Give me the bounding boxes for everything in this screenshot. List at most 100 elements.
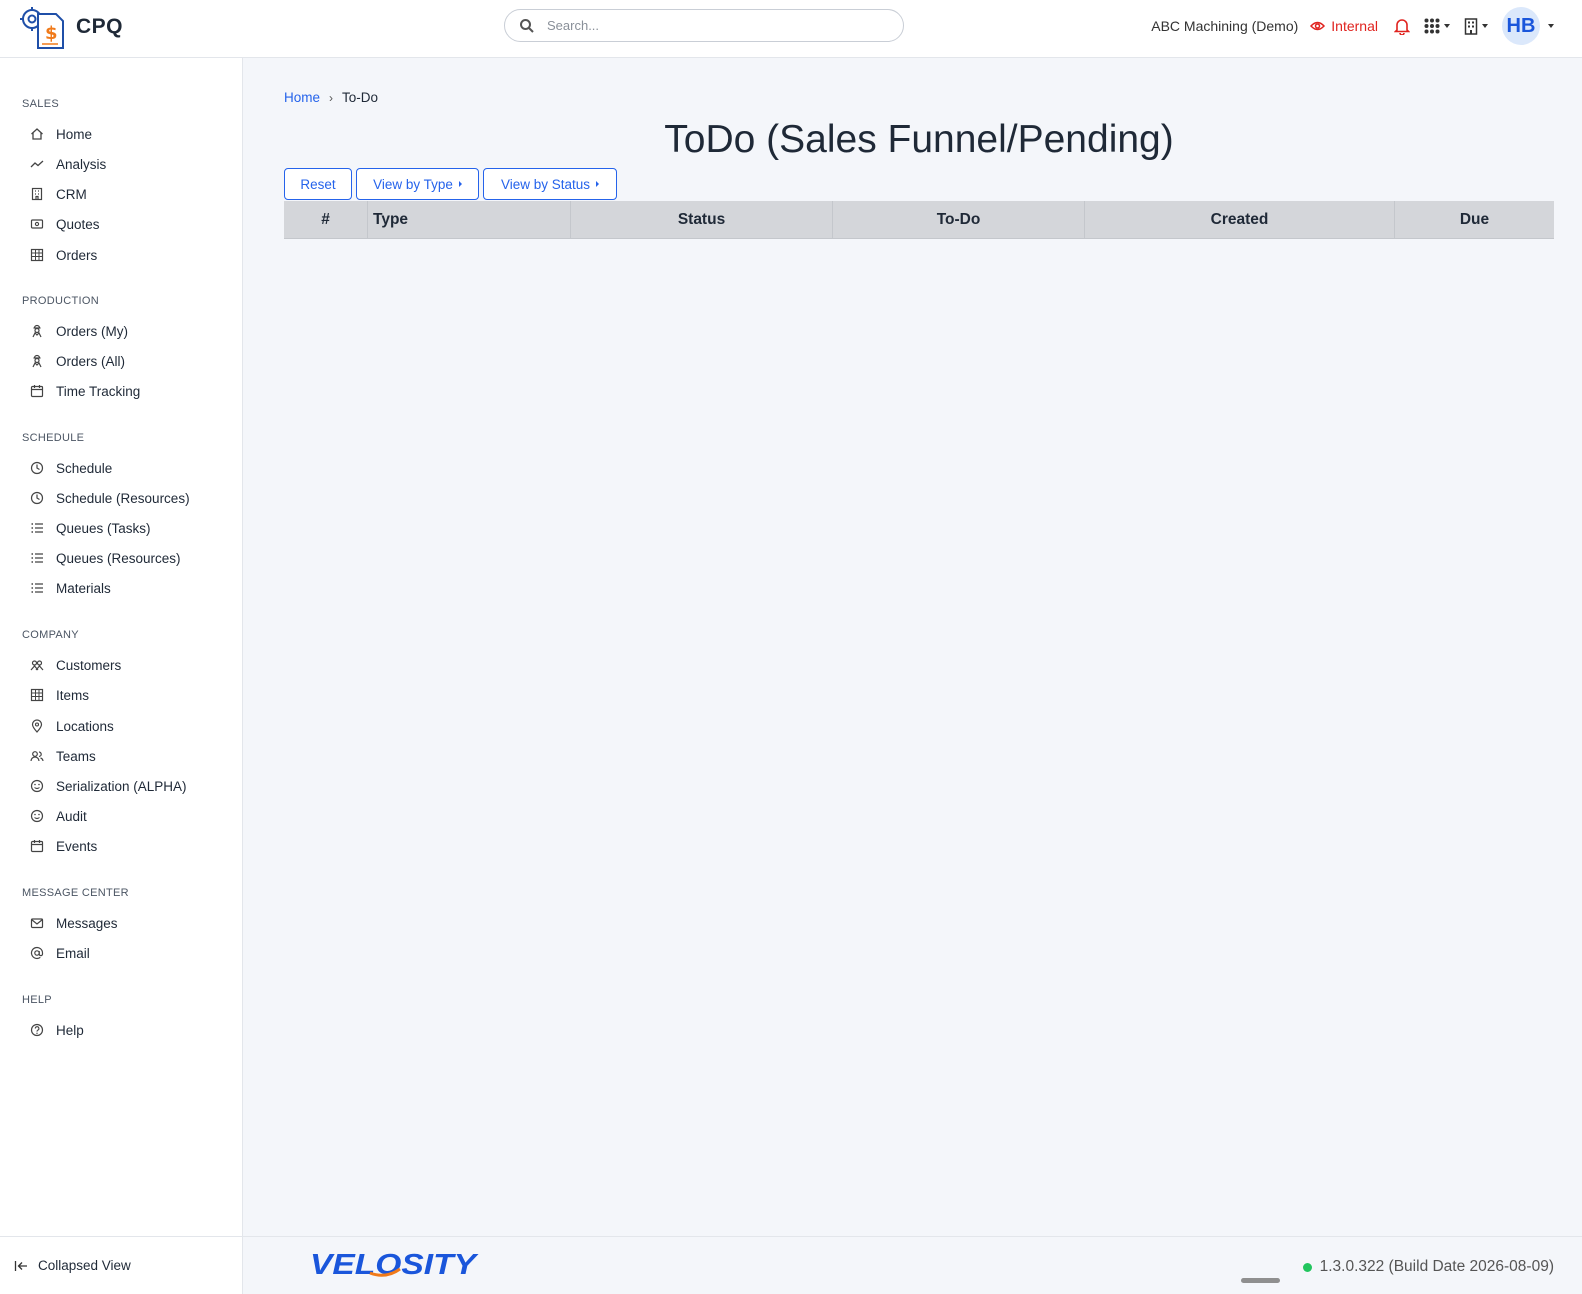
version-text: 1.3.0.322 (Build Date 2026-08-09) [1319, 1258, 1554, 1275]
sidebar-item-materials[interactable]: Materials [30, 577, 111, 599]
trend-icon [30, 160, 44, 168]
sidebar-item-help[interactable]: Help [30, 1019, 84, 1041]
sidebar-item-crm[interactable]: CRM [30, 183, 87, 205]
todo-table-header: # Type Status To-Do Created Due [284, 201, 1554, 239]
sidebar-item-items[interactable]: Items [30, 684, 89, 706]
sidebar-item-label: Email [56, 945, 90, 961]
sidebar-item-label: Queues (Resources) [56, 550, 181, 566]
version-info: 1.3.0.322 (Build Date 2026-08-09) [1302, 1258, 1554, 1276]
column-header-type[interactable]: Type [368, 201, 571, 238]
top-right-controls: ABC Machining (Demo) Internal HB [1151, 7, 1554, 45]
sidebar-section-production: PRODUCTION [22, 295, 99, 307]
clock-icon [30, 461, 44, 475]
company-name[interactable]: ABC Machining (Demo) [1151, 18, 1298, 34]
caret-right-icon [596, 181, 600, 187]
internal-mode-toggle[interactable]: Internal [1310, 18, 1378, 34]
sidebar-item-label: Locations [56, 718, 114, 734]
sidebar-item-audit[interactable]: Audit [30, 805, 87, 827]
eye-icon [1310, 21, 1326, 31]
sidebar-item-teams[interactable]: Teams [30, 745, 96, 767]
breadcrumb-current: To-Do [342, 90, 379, 105]
apps-menu-button[interactable] [1424, 18, 1450, 34]
building-icon [31, 187, 43, 201]
svg-text:$: $ [45, 23, 58, 44]
pin-icon [31, 719, 43, 733]
clock-icon [30, 491, 44, 505]
breadcrumb-home-link[interactable]: Home [284, 90, 320, 105]
worker-icon [32, 354, 42, 368]
chevron-down-icon [1444, 24, 1450, 28]
list-icon [31, 553, 43, 563]
list-icon [31, 583, 43, 593]
sidebar-item-queues-tasks[interactable]: Queues (Tasks) [30, 517, 151, 539]
sidebar-item-label: Events [56, 838, 98, 854]
collapsed-view-toggle[interactable]: Collapsed View [0, 1236, 243, 1294]
sidebar-item-customers[interactable]: Customers [30, 654, 121, 676]
sidebar-item-schedule-resources[interactable]: Schedule (Resources) [30, 487, 190, 509]
chevron-down-icon [1548, 24, 1554, 28]
sidebar-item-queues-resources[interactable]: Queues (Resources) [30, 547, 181, 569]
company-switcher-button[interactable] [1464, 17, 1488, 35]
drag-handle[interactable] [1241, 1278, 1280, 1283]
search-input[interactable] [545, 17, 879, 34]
sidebar-item-label: Orders (All) [56, 353, 126, 369]
sidebar-item-label: Serialization (ALPHA) [56, 778, 187, 794]
sidebar-item-label: Home [56, 126, 93, 142]
sidebar-item-events[interactable]: Events [30, 835, 97, 857]
sidebar-item-label: Customers [56, 657, 122, 673]
column-header-todo[interactable]: To-Do [833, 201, 1085, 238]
sidebar-item-label: Materials [56, 580, 111, 596]
sidebar-item-email[interactable]: Email [30, 942, 90, 964]
mail-icon [30, 918, 44, 929]
sidebar: SALES Home Analysis CRM Quotes Orders PR… [0, 58, 243, 1294]
velosity-logo: VELOSITY [310, 1249, 479, 1281]
status-dot-icon [1302, 1262, 1312, 1272]
sidebar-item-label: Orders [56, 247, 98, 263]
cpq-logo-icon: $ [20, 7, 64, 49]
sidebar-item-home[interactable]: Home [30, 123, 92, 145]
sidebar-item-label: Messages [56, 915, 118, 931]
view-by-type-button[interactable]: View by Type [356, 168, 479, 200]
sidebar-item-time-tracking[interactable]: Time Tracking [30, 380, 140, 402]
sidebar-item-orders[interactable]: Orders [30, 244, 97, 266]
sidebar-item-label: Time Tracking [56, 383, 141, 399]
brand[interactable]: $ CPQ [20, 4, 123, 50]
sidebar-item-locations[interactable]: Locations [30, 715, 114, 737]
team-icon [30, 751, 44, 762]
bell-icon [1394, 19, 1410, 35]
collapse-left-icon [14, 1260, 27, 1271]
notifications-button[interactable] [1394, 17, 1410, 35]
sidebar-section-help: HELP [22, 994, 52, 1006]
sidebar-item-messages[interactable]: Messages [30, 912, 118, 934]
sidebar-item-quotes[interactable]: Quotes [30, 213, 100, 235]
internal-mode-label: Internal [1331, 18, 1378, 34]
column-header-created[interactable]: Created [1085, 201, 1395, 238]
search-box[interactable] [504, 9, 904, 42]
face-icon [30, 779, 44, 793]
sidebar-item-analysis[interactable]: Analysis [30, 153, 106, 175]
sidebar-item-label: Quotes [56, 216, 100, 232]
sidebar-item-label: Help [56, 1022, 84, 1038]
reset-button[interactable]: Reset [284, 168, 352, 200]
sidebar-item-orders-my[interactable]: Orders (My) [30, 320, 128, 342]
chevron-down-icon [1482, 24, 1488, 28]
velosity-logo-text: VELOSITY [310, 1249, 479, 1281]
chevron-right-icon: › [329, 90, 334, 105]
calendar-icon [30, 385, 44, 398]
sidebar-item-serialization[interactable]: Serialization (ALPHA) [30, 775, 187, 797]
user-menu-button[interactable]: HB [1502, 7, 1554, 45]
sidebar-section-message-center: MESSAGE CENTER [22, 887, 129, 899]
page-title: ToDo (Sales Funnel/Pending) [664, 118, 1174, 161]
view-by-status-button[interactable]: View by Status [483, 168, 617, 200]
sidebar-item-label: Schedule (Resources) [56, 490, 190, 506]
list-icon [31, 523, 43, 533]
table-icon [30, 688, 44, 702]
column-header-due[interactable]: Due [1395, 201, 1554, 238]
sidebar-item-orders-all[interactable]: Orders (All) [30, 350, 125, 372]
quote-icon [30, 219, 44, 229]
column-header-number[interactable]: # [284, 201, 368, 238]
column-header-status[interactable]: Status [571, 201, 833, 238]
reset-button-label: Reset [300, 176, 336, 192]
view-by-status-label: View by Status [500, 176, 591, 192]
sidebar-item-schedule[interactable]: Schedule [30, 457, 112, 479]
